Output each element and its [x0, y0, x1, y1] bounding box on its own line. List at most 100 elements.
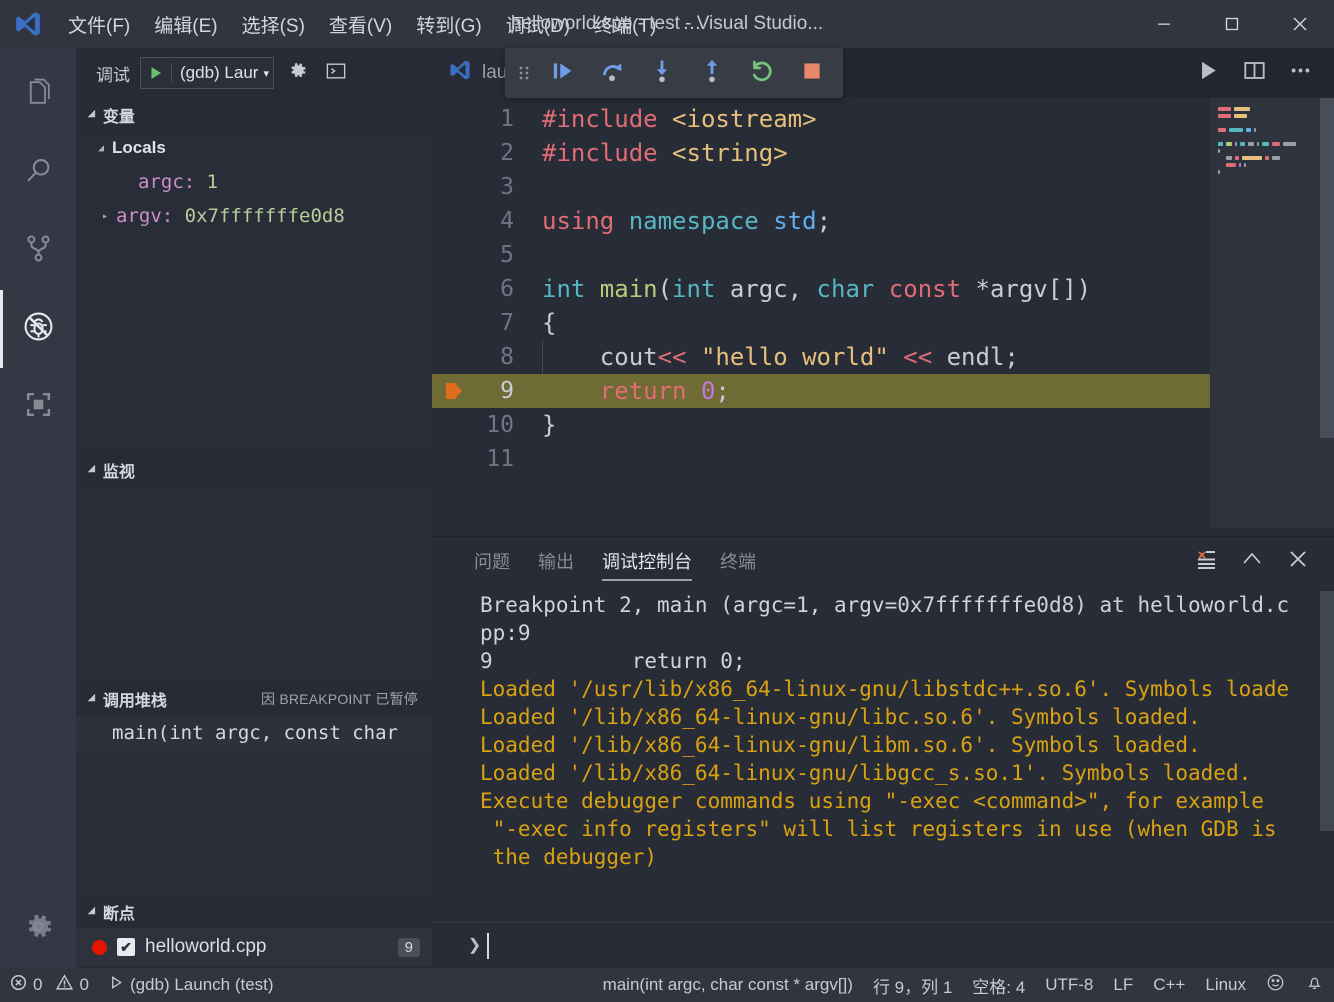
minimap-segment [1218, 107, 1231, 111]
warning-count: 0 [79, 975, 88, 995]
run-file-button[interactable] [1188, 53, 1228, 93]
debug-step-out-button[interactable] [687, 51, 737, 95]
status-cursor-position[interactable]: 行 9，列 1 [863, 968, 962, 1002]
variable-value: 1 [207, 171, 218, 193]
status-encoding[interactable]: UTF-8 [1035, 968, 1103, 1002]
sidebar-item-source-control[interactable] [0, 212, 76, 290]
scrollbar-thumb[interactable] [1320, 591, 1334, 831]
sidebar-item-extensions[interactable] [0, 368, 76, 446]
split-editor-button[interactable] [1234, 53, 1274, 93]
sidebar-item-explorer[interactable] [0, 56, 76, 134]
line-number: 3 [476, 170, 528, 204]
status-remote[interactable]: Linux [1195, 968, 1256, 1002]
debug-configuration-value[interactable]: (gdb) Laur ▾ [171, 63, 273, 83]
debug-console-input[interactable]: ❯ [432, 922, 1334, 968]
tab-output[interactable]: 输出 [524, 537, 588, 585]
code-editor-wrap: 1#include <iostream>2#include <string>34… [432, 98, 1334, 536]
variable-row-argv[interactable]: ▸ argv: 0x7fffffffe0d8 [76, 199, 432, 233]
maximize-panel-button[interactable] [1236, 545, 1268, 577]
minimap-line [1218, 156, 1334, 160]
open-debug-console-button[interactable] [322, 59, 350, 87]
code-text: using namespace std; [528, 204, 831, 238]
code-line[interactable]: 9 return 0; [432, 374, 1210, 408]
code-line[interactable]: 4using namespace std; [432, 204, 1210, 238]
manage-settings-button[interactable] [0, 890, 76, 968]
menu-overflow[interactable]: … [668, 9, 716, 39]
code-line[interactable]: 6int main(int argc, char const *argv[]) [432, 272, 1210, 306]
callstack-frame-row[interactable]: main(int argc, const char [76, 715, 432, 751]
code-line[interactable]: 11 [432, 442, 1210, 476]
open-launch-settings-button[interactable] [284, 59, 312, 87]
menu-file[interactable]: 文件(F) [56, 7, 142, 42]
line-number: 1 [476, 102, 528, 136]
code-line[interactable]: 10} [432, 408, 1210, 442]
callstack-pane-body: main(int argc, const char [76, 715, 432, 895]
minimap-segment [1226, 163, 1236, 167]
status-eol[interactable]: LF [1103, 968, 1143, 1002]
scope-locals[interactable]: ◢ Locals [76, 131, 432, 165]
line-number: 9 [476, 374, 528, 408]
minimap[interactable] [1210, 98, 1334, 536]
debug-configuration-select[interactable]: (gdb) Laur ▾ [140, 57, 274, 89]
code-line[interactable]: 7{ [432, 306, 1210, 340]
tab-problems[interactable]: 问题 [460, 537, 524, 585]
breakpoints-pane-header[interactable]: ◢ 断点 [76, 895, 432, 928]
code-line[interactable]: 2#include <string> [432, 136, 1210, 170]
vscode-window: 文件(F) 编辑(E) 选择(S) 查看(V) 转到(G) 调试(D) 终端(T… [0, 0, 1334, 1002]
debug-step-over-button[interactable] [587, 51, 637, 95]
minimap-segment [1226, 156, 1232, 160]
clear-console-button[interactable] [1190, 545, 1222, 577]
more-actions-button[interactable] [1280, 53, 1320, 93]
variable-row-argc[interactable]: argc: 1 [76, 165, 432, 199]
tab-debug-console[interactable]: 调试控制台 [588, 537, 706, 585]
debug-stop-button[interactable] [787, 51, 837, 95]
callstack-pane-header[interactable]: ◢ 调用堆栈 因 BREAKPOINT 已暂停 [76, 682, 432, 715]
menu-selection[interactable]: 选择(S) [230, 7, 317, 42]
code-token: int [542, 275, 600, 303]
console-scrollbar[interactable] [1320, 585, 1334, 922]
code-line[interactable]: 8 cout<< "hello world" << endl; [432, 340, 1210, 374]
status-breadcrumb[interactable]: main(int argc, char const * argv[]) [593, 968, 863, 1002]
menu-view[interactable]: 查看(V) [317, 7, 404, 42]
floating-debug-toolbar[interactable] [505, 48, 843, 98]
watch-pane-header[interactable]: ◢ 监视 [76, 453, 432, 486]
chevron-right-icon[interactable]: ▸ [94, 211, 116, 222]
editor-vertical-scrollbar[interactable] [1320, 98, 1334, 536]
variables-pane-header[interactable]: ◢ 变量 [76, 98, 432, 131]
play-icon[interactable] [141, 65, 171, 81]
maximize-button[interactable] [1198, 0, 1266, 48]
sidebar-item-search[interactable] [0, 134, 76, 212]
breakpoint-glyph[interactable] [432, 383, 476, 399]
menu-debug[interactable]: 调试(D) [494, 7, 582, 42]
watch-pane-body[interactable] [76, 486, 432, 682]
code-line[interactable]: 5 [432, 238, 1210, 272]
debug-continue-button[interactable] [537, 51, 587, 95]
code-editor[interactable]: 1#include <iostream>2#include <string>34… [432, 98, 1210, 536]
breakpoint-row[interactable]: ✔ helloworld.cpp 9 [76, 928, 432, 966]
status-feedback[interactable] [1256, 968, 1295, 1002]
debug-step-into-button[interactable] [637, 51, 687, 95]
close-panel-button[interactable] [1282, 545, 1314, 577]
minimap-segment [1265, 156, 1268, 160]
status-launch-config[interactable]: (gdb) Launch (test) [99, 968, 284, 1002]
drag-grip-icon[interactable] [511, 48, 537, 98]
minimize-button[interactable] [1130, 0, 1198, 48]
scrollbar-thumb[interactable] [1320, 98, 1334, 438]
menu-go[interactable]: 转到(G) [404, 7, 493, 42]
menu-bar[interactable]: 文件(F) 编辑(E) 选择(S) 查看(V) 转到(G) 调试(D) 终端(T… [56, 7, 716, 42]
status-notifications[interactable] [1295, 968, 1334, 1002]
menu-edit[interactable]: 编辑(E) [142, 7, 229, 42]
status-problems[interactable]: 0 0 [0, 968, 99, 1002]
breakpoint-checkbox[interactable]: ✔ [117, 938, 135, 956]
status-indentation[interactable]: 空格: 4 [962, 968, 1035, 1002]
debug-restart-button[interactable] [737, 51, 787, 95]
sidebar-item-run-and-debug[interactable] [0, 290, 76, 368]
code-line[interactable]: 3 [432, 170, 1210, 204]
debug-console-output[interactable]: Breakpoint 2, main (argc=1, argv=0x7ffff… [432, 585, 1334, 922]
restart-icon [748, 57, 776, 90]
menu-terminal[interactable]: 终端(T) [582, 7, 668, 42]
code-line[interactable]: 1#include <iostream> [432, 102, 1210, 136]
close-button[interactable] [1266, 0, 1334, 48]
status-language-mode[interactable]: C++ [1143, 968, 1195, 1002]
tab-terminal[interactable]: 终端 [706, 537, 770, 585]
